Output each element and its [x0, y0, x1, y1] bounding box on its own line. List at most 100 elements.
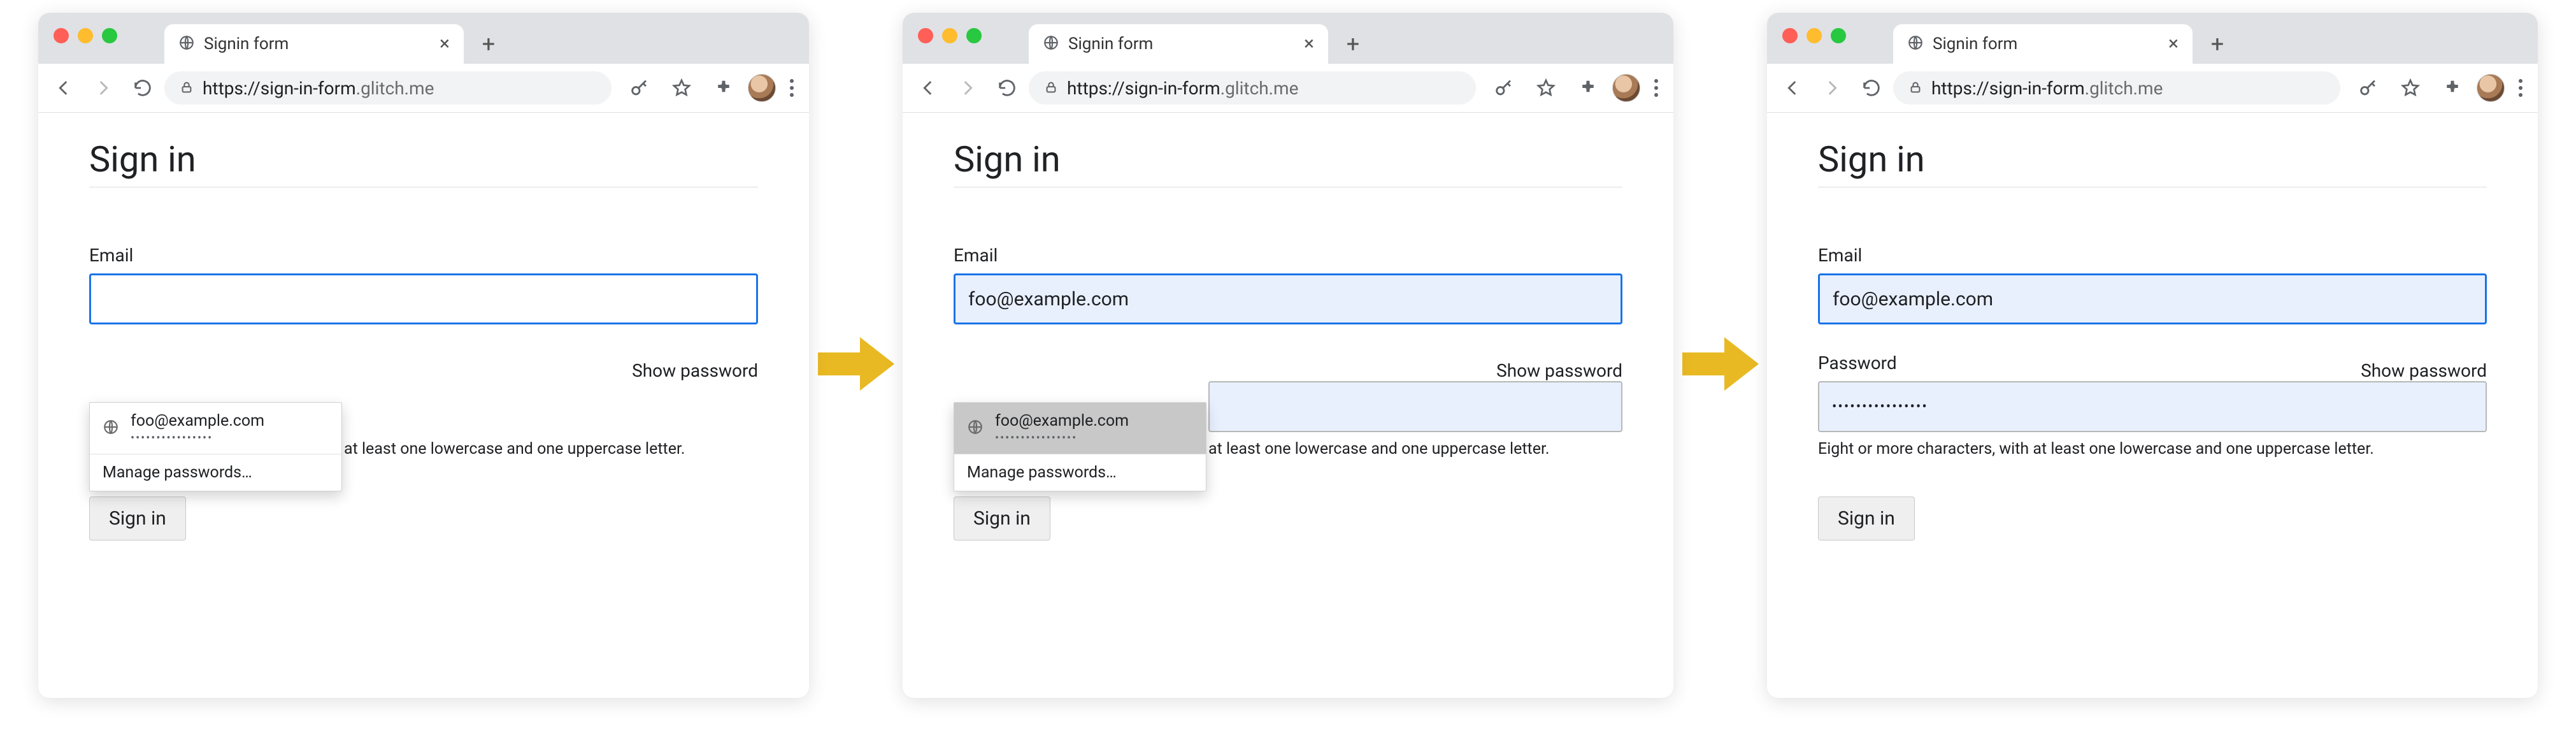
tab-strip: Signin form × + — [903, 13, 1673, 64]
browser-window: Signin form × + https://sign-in-form.gli… — [1767, 13, 2538, 698]
password-input[interactable] — [1208, 381, 1622, 432]
signin-button[interactable]: Sign in — [1818, 497, 1915, 540]
browser-window: Signin form × + https://sign-in-form.gli… — [38, 13, 809, 698]
tab-close-button[interactable]: × — [440, 34, 450, 54]
browser-tab[interactable]: Signin form × — [1893, 24, 2193, 64]
autofill-suggestion[interactable]: foo@example.com •••••••••••••••• — [954, 403, 1206, 454]
email-input[interactable]: foo@example.com — [1818, 273, 2487, 324]
new-tab-button[interactable]: + — [1338, 29, 1368, 59]
minimize-window-button[interactable] — [942, 28, 957, 43]
new-tab-button[interactable]: + — [474, 29, 503, 59]
globe-icon — [967, 419, 984, 438]
globe-icon — [103, 419, 119, 438]
close-window-button[interactable] — [1782, 28, 1798, 43]
page-heading: Sign in — [954, 138, 1622, 180]
back-button[interactable] — [1775, 70, 1810, 106]
profile-avatar[interactable] — [748, 74, 776, 102]
signin-button[interactable]: Sign in — [954, 497, 1050, 540]
maximize-window-button[interactable] — [966, 28, 982, 43]
forward-button[interactable] — [950, 70, 985, 106]
address-bar[interactable]: https://sign-in-form.glitch.me — [164, 71, 612, 105]
autofill-password-mask: •••••••••••••••• — [131, 432, 264, 445]
arrow-icon — [1682, 332, 1759, 396]
extensions-icon[interactable] — [1570, 70, 1606, 106]
url-origin: https://sign-in-form.glitch.me — [1067, 78, 1298, 99]
extensions-icon[interactable] — [706, 70, 741, 106]
page-content: Sign in Email foo@example.com ••••••••••… — [38, 113, 809, 698]
window-controls — [54, 28, 117, 43]
bookmark-star-icon[interactable] — [1528, 70, 1564, 106]
lock-icon — [180, 78, 194, 99]
autofill-suggestion[interactable]: foo@example.com •••••••••••••••• — [90, 403, 341, 454]
toolbar-right — [2351, 70, 2530, 106]
tab-strip: Signin form × + — [38, 13, 809, 64]
password-input[interactable]: •••••••••••••••• — [1818, 381, 2487, 432]
window-controls — [1782, 28, 1846, 43]
maximize-window-button[interactable] — [102, 28, 117, 43]
tab-close-button[interactable]: × — [1304, 34, 1314, 54]
tab-strip: Signin form × + — [1767, 13, 2538, 64]
signin-button[interactable]: Sign in — [89, 497, 186, 540]
reload-button[interactable] — [1854, 70, 1889, 106]
maximize-window-button[interactable] — [1831, 28, 1846, 43]
password-hint: Eight or more characters, with at least … — [1818, 440, 2487, 458]
address-bar[interactable]: https://sign-in-form.glitch.me — [1029, 71, 1476, 105]
lock-icon — [1044, 78, 1058, 99]
extensions-icon[interactable] — [2435, 70, 2470, 106]
forward-button[interactable] — [85, 70, 121, 106]
email-input[interactable] — [89, 273, 758, 324]
bookmark-star-icon[interactable] — [2393, 70, 2428, 106]
menu-button[interactable] — [782, 75, 801, 101]
lock-icon — [1908, 78, 1922, 99]
menu-button[interactable] — [2511, 75, 2530, 101]
manage-passwords-link[interactable]: Manage passwords… — [954, 454, 1206, 491]
autofill-dropdown: foo@example.com •••••••••••••••• Manage … — [954, 402, 1206, 491]
show-password-toggle[interactable]: Show password — [1496, 360, 1622, 381]
email-label: Email — [89, 245, 758, 266]
password-label: Password — [1818, 352, 1897, 374]
toolbar-right — [622, 70, 801, 106]
address-bar[interactable]: https://sign-in-form.glitch.me — [1893, 71, 2340, 105]
globe-icon — [178, 34, 195, 54]
toolbar: https://sign-in-form.glitch.me — [1767, 64, 2538, 113]
reload-button[interactable] — [125, 70, 161, 106]
page-heading: Sign in — [89, 138, 758, 180]
page-content: Sign in Email foo@example.com foo@exampl… — [903, 113, 1673, 698]
bookmark-star-icon[interactable] — [664, 70, 699, 106]
close-window-button[interactable] — [54, 28, 69, 43]
toolbar: https://sign-in-form.glitch.me — [38, 64, 809, 113]
tab-title: Signin form — [204, 34, 431, 54]
minimize-window-button[interactable] — [1807, 28, 1822, 43]
close-window-button[interactable] — [918, 28, 933, 43]
manage-passwords-link[interactable]: Manage passwords… — [90, 454, 341, 491]
browser-tab[interactable]: Signin form × — [164, 24, 464, 64]
key-icon[interactable] — [2351, 70, 2386, 106]
tab-close-button[interactable]: × — [2168, 34, 2179, 54]
new-tab-button[interactable]: + — [2203, 29, 2232, 59]
autofill-dropdown: foo@example.com •••••••••••••••• Manage … — [89, 402, 342, 491]
arrow-icon — [818, 332, 894, 396]
url-origin: https://sign-in-form.glitch.me — [203, 78, 434, 99]
show-password-toggle[interactable]: Show password — [2361, 360, 2487, 381]
reload-button[interactable] — [989, 70, 1025, 106]
minimize-window-button[interactable] — [78, 28, 93, 43]
browser-tab[interactable]: Signin form × — [1029, 24, 1328, 64]
window-controls — [918, 28, 982, 43]
menu-button[interactable] — [1647, 75, 1666, 101]
back-button[interactable] — [46, 70, 82, 106]
key-icon[interactable] — [1486, 70, 1522, 106]
email-label: Email — [954, 245, 1622, 266]
email-input[interactable]: foo@example.com — [954, 273, 1622, 324]
key-icon[interactable] — [622, 70, 657, 106]
profile-avatar[interactable] — [1612, 74, 1640, 102]
toolbar: https://sign-in-form.glitch.me — [903, 64, 1673, 113]
profile-avatar[interactable] — [2477, 74, 2505, 102]
back-button[interactable] — [910, 70, 946, 106]
tab-title: Signin form — [1068, 34, 1295, 54]
forward-button[interactable] — [1814, 70, 1850, 106]
show-password-toggle[interactable]: Show password — [632, 360, 758, 381]
url-origin: https://sign-in-form.glitch.me — [1931, 78, 2163, 99]
globe-icon — [1907, 34, 1924, 54]
browser-window: Signin form × + https://sign-in-form.gli… — [903, 13, 1673, 698]
autofill-username: foo@example.com — [131, 412, 264, 430]
